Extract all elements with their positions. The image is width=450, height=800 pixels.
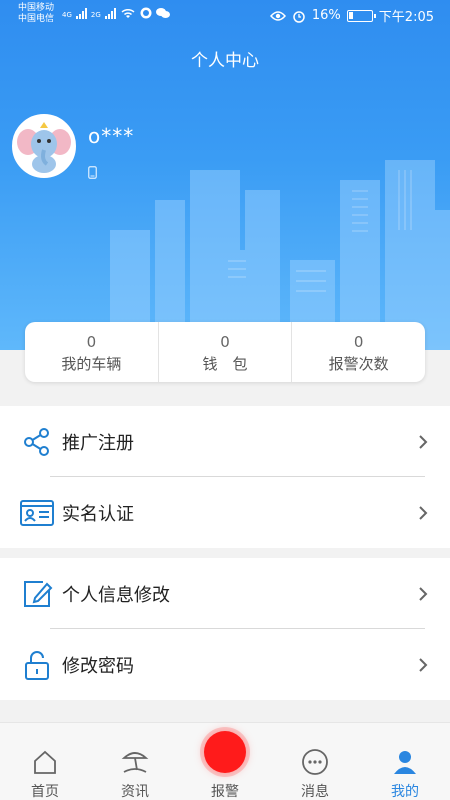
- avatar[interactable]: [12, 114, 76, 178]
- tab-mine[interactable]: 我的: [360, 723, 450, 800]
- menu-item-change-password[interactable]: 修改密码: [0, 629, 450, 700]
- menu-item-referral[interactable]: 推广注册: [0, 406, 450, 477]
- stat-value: 0: [220, 333, 230, 351]
- id-card-icon: [20, 496, 54, 530]
- carrier-1: 中国移动: [18, 3, 55, 13]
- alarm-button-icon[interactable]: [204, 731, 246, 773]
- menu-label: 修改密码: [62, 655, 134, 677]
- signal-icon-2: [104, 7, 116, 19]
- stat-alarm-count[interactable]: 0 报警次数: [291, 322, 425, 382]
- stat-value: 0: [86, 333, 97, 351]
- stat-label: 我的车辆: [61, 355, 122, 373]
- stat-my-vehicles[interactable]: 0 我的车辆: [25, 322, 158, 382]
- signal-icon: [75, 7, 87, 19]
- chevron-right-icon: [419, 505, 428, 520]
- tab-label: 资讯: [121, 784, 149, 800]
- tab-home[interactable]: 首页: [0, 723, 90, 800]
- stat-wallet[interactable]: 0 钱 包: [157, 322, 292, 382]
- page-title: 个人中心: [191, 51, 259, 71]
- menu-label: 推广注册: [62, 432, 134, 454]
- status-right: 16% 下午2:05: [269, 6, 434, 25]
- wechat-icon: [155, 8, 170, 18]
- tab-label: 首页: [31, 784, 59, 800]
- tab-label: 我的: [391, 784, 419, 800]
- tab-messages[interactable]: 消息: [270, 723, 360, 800]
- carrier-info: 中国移动 中国电信: [18, 3, 54, 25]
- menu-group-1: 推广注册 实名认证: [0, 406, 450, 548]
- battery-percent: 16%: [311, 8, 341, 23]
- phone-icon: [88, 166, 97, 179]
- clock: 下午2:05: [378, 10, 434, 25]
- app-notification-icon: [140, 7, 152, 19]
- elephant-avatar-icon: [14, 116, 74, 176]
- city-skyline-illustration: [110, 160, 450, 350]
- stats-card: 0 我的车辆 0 钱 包 0 报警次数: [25, 322, 425, 382]
- net1-label: 4G: [62, 11, 72, 19]
- net2-label: 2G: [90, 11, 101, 19]
- message-icon: [300, 747, 330, 777]
- battery-icon: [346, 9, 376, 22]
- alarm-clock-icon: [293, 10, 305, 23]
- tab-news[interactable]: 资讯: [90, 723, 180, 800]
- menu-item-real-name-auth[interactable]: 实名认证: [0, 477, 450, 548]
- tab-alarm[interactable]: 报警: [180, 723, 270, 800]
- username: o***: [88, 124, 135, 148]
- menu-group-2: 个人信息修改 修改密码: [0, 558, 450, 700]
- tab-label: 消息: [301, 784, 329, 800]
- home-icon: [30, 747, 60, 777]
- chevron-right-icon: [419, 434, 428, 449]
- menu-label: 个人信息修改: [62, 584, 170, 606]
- menu-label: 实名认证: [62, 503, 134, 525]
- bottom-tab-bar: 首页 资讯 报警 消息 我的: [0, 722, 450, 800]
- eye-icon: [269, 10, 286, 21]
- network-icons: 4G 2G: [62, 7, 170, 19]
- wifi-icon: [121, 8, 135, 18]
- chevron-right-icon: [419, 586, 428, 601]
- user-icon: [390, 747, 420, 777]
- status-bar: 中国移动 中国电信 4G 2G 16% 下午2:05: [0, 0, 450, 30]
- tab-label: 报警: [211, 784, 239, 800]
- share-icon: [20, 425, 54, 459]
- stat-label: 报警次数: [328, 355, 389, 373]
- carrier-2: 中国电信: [18, 14, 55, 24]
- edit-icon: [20, 577, 54, 611]
- lock-icon: [20, 648, 54, 682]
- chevron-right-icon: [419, 657, 428, 672]
- menu-item-edit-profile[interactable]: 个人信息修改: [0, 558, 450, 629]
- stat-value: 0: [353, 333, 364, 351]
- beach-icon: [120, 747, 150, 777]
- stat-label: 钱 包: [202, 355, 248, 373]
